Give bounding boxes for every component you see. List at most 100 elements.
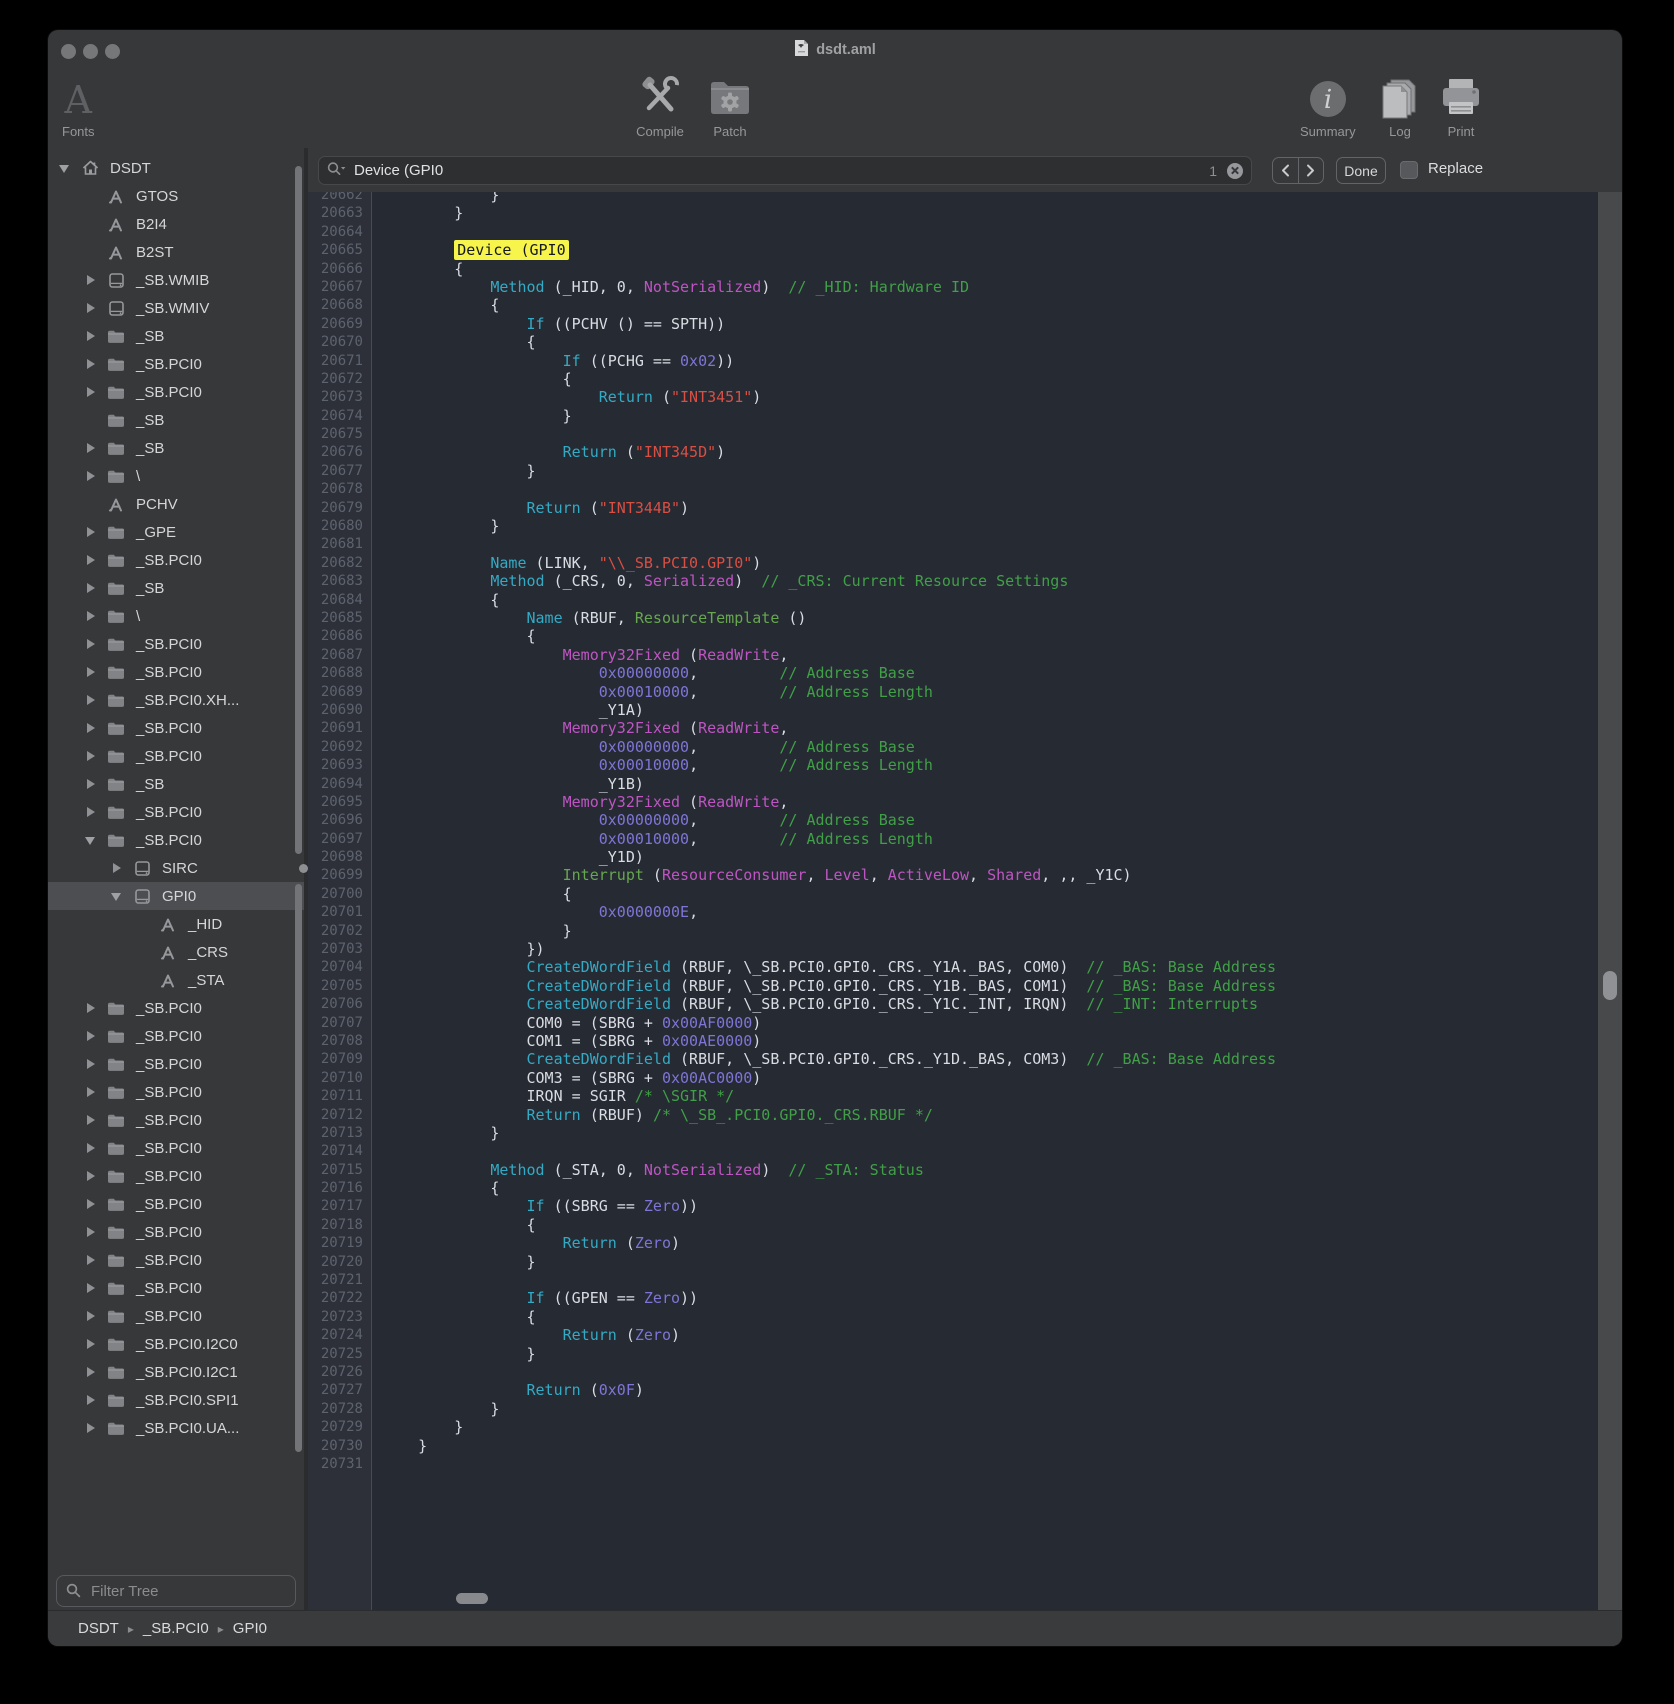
tree-item-dsdt[interactable]: DSDT xyxy=(48,154,304,182)
tree-item-sbpci0[interactable]: _SB.PCI0 xyxy=(48,350,304,378)
tree-item-[interactable]: \ xyxy=(48,602,304,630)
disclosure-triangle-icon[interactable] xyxy=(84,833,98,847)
tree-item-sbwmiv[interactable]: _SB.WMIV xyxy=(48,294,304,322)
code-editor[interactable]: 2066220663206642066520666206672066820669… xyxy=(308,192,1598,1610)
disclosure-triangle-icon[interactable] xyxy=(84,1337,98,1351)
disclosure-triangle-icon[interactable] xyxy=(84,1141,98,1155)
tree-item-gtos[interactable]: GTOS xyxy=(48,182,304,210)
sidebar-scrollbar-thumb[interactable] xyxy=(295,166,302,854)
disclosure-triangle-icon[interactable] xyxy=(84,329,98,343)
find-next-button[interactable] xyxy=(1299,158,1324,183)
disclosure-triangle-icon[interactable] xyxy=(84,581,98,595)
disclosure-triangle-icon[interactable] xyxy=(58,161,72,175)
sidebar-scrollbar-thumb[interactable] xyxy=(295,884,302,1452)
disclosure-triangle-icon[interactable] xyxy=(84,721,98,735)
tree-item-sbpci0[interactable]: _SB.PCI0 xyxy=(48,1190,304,1218)
disclosure-triangle-icon[interactable] xyxy=(84,1057,98,1071)
tree-item-sbpci0[interactable]: _SB.PCI0 xyxy=(48,742,304,770)
tree-item-sbpci0[interactable]: _SB.PCI0 xyxy=(48,1274,304,1302)
tree-item-sbpci0[interactable]: _SB.PCI0 xyxy=(48,1050,304,1078)
disclosure-triangle-icon[interactable] xyxy=(84,1169,98,1183)
tree-item-sbpci0[interactable]: _SB.PCI0 xyxy=(48,714,304,742)
print-button[interactable]: Print xyxy=(1438,72,1484,139)
tree-item-gpe[interactable]: _GPE xyxy=(48,518,304,546)
disclosure-triangle-icon[interactable] xyxy=(84,777,98,791)
tree-item-sbpci0i2c0[interactable]: _SB.PCI0.I2C0 xyxy=(48,1330,304,1358)
filter-tree-input[interactable] xyxy=(56,1575,296,1607)
disclosure-triangle-icon[interactable] xyxy=(84,469,98,483)
tree-item-sbpci0[interactable]: _SB.PCI0 xyxy=(48,1246,304,1274)
disclosure-triangle-icon[interactable] xyxy=(84,749,98,763)
divider-handle-icon[interactable] xyxy=(299,864,308,873)
done-button[interactable]: Done xyxy=(1336,157,1386,184)
disclosure-triangle-icon[interactable] xyxy=(84,1253,98,1267)
disclosure-triangle-icon[interactable] xyxy=(84,525,98,539)
disclosure-triangle-icon[interactable] xyxy=(84,609,98,623)
disclosure-triangle-icon[interactable] xyxy=(84,441,98,455)
disclosure-triangle-icon[interactable] xyxy=(84,1225,98,1239)
disclosure-triangle-icon[interactable] xyxy=(84,1393,98,1407)
disclosure-triangle-icon[interactable] xyxy=(84,273,98,287)
disclosure-triangle-icon[interactable] xyxy=(84,1001,98,1015)
tree-item-sbpci0[interactable]: _SB.PCI0 xyxy=(48,1302,304,1330)
find-query[interactable]: Device (GPI0 xyxy=(354,162,1209,179)
tree-item-sb[interactable]: _SB xyxy=(48,770,304,798)
tree-item-sbpci0[interactable]: _SB.PCI0 xyxy=(48,1022,304,1050)
fonts-button[interactable]: A Fonts xyxy=(62,72,95,139)
tree-item-sbpci0[interactable]: _SB.PCI0 xyxy=(48,1218,304,1246)
tree-item-crs[interactable]: _CRS xyxy=(48,938,304,966)
disclosure-triangle-icon[interactable] xyxy=(84,1309,98,1323)
tree-item-sbwmib[interactable]: _SB.WMIB xyxy=(48,266,304,294)
find-field[interactable]: Device (GPI0 1 xyxy=(318,156,1252,185)
tree-item-sbpci0[interactable]: _SB.PCI0 xyxy=(48,1134,304,1162)
disclosure-triangle-icon[interactable] xyxy=(84,665,98,679)
tree-item-sbpci0spi1[interactable]: _SB.PCI0.SPI1 xyxy=(48,1386,304,1414)
tree-item-sbpci0ua[interactable]: _SB.PCI0.UA... xyxy=(48,1414,304,1442)
vertical-scrollbar-thumb[interactable] xyxy=(1603,971,1617,1000)
compile-button[interactable]: Compile xyxy=(636,72,684,139)
disclosure-triangle-icon[interactable] xyxy=(84,637,98,651)
tree-item-gpi0[interactable]: GPI0 xyxy=(48,882,304,910)
tree-item-sbpci0[interactable]: _SB.PCI0 xyxy=(48,826,304,854)
tree-item-sbpci0[interactable]: _SB.PCI0 xyxy=(48,630,304,658)
disclosure-triangle-icon[interactable] xyxy=(84,1085,98,1099)
tree-item-sbpci0[interactable]: _SB.PCI0 xyxy=(48,994,304,1022)
tree-item-sb[interactable]: _SB xyxy=(48,574,304,602)
disclosure-triangle-icon[interactable] xyxy=(84,385,98,399)
tree-item-sb[interactable]: _SB xyxy=(48,406,304,434)
tree-item-pchv[interactable]: PCHV xyxy=(48,490,304,518)
tree-item-sbpci0[interactable]: _SB.PCI0 xyxy=(48,546,304,574)
disclosure-triangle-icon[interactable] xyxy=(84,1421,98,1435)
code-text[interactable]: } } Device (GPI0 { Method (_HID, 0, NotS… xyxy=(373,192,1598,1610)
tree-item-sbpci0[interactable]: _SB.PCI0 xyxy=(48,1162,304,1190)
disclosure-triangle-icon[interactable] xyxy=(84,357,98,371)
disclosure-triangle-icon[interactable] xyxy=(110,861,124,875)
tree-item-sbpci0[interactable]: _SB.PCI0 xyxy=(48,798,304,826)
tree-item-sbpci0[interactable]: _SB.PCI0 xyxy=(48,1078,304,1106)
tree-item-sirc[interactable]: SIRC xyxy=(48,854,304,882)
tree-item-sb[interactable]: _SB xyxy=(48,434,304,462)
disclosure-triangle-icon[interactable] xyxy=(84,553,98,567)
log-button[interactable]: Log xyxy=(1379,72,1421,139)
tree-item-b2i4[interactable]: B2I4 xyxy=(48,210,304,238)
disclosure-triangle-icon[interactable] xyxy=(110,889,124,903)
patch-button[interactable]: Patch xyxy=(707,72,753,139)
disclosure-triangle-icon[interactable] xyxy=(84,1029,98,1043)
disclosure-triangle-icon[interactable] xyxy=(84,1281,98,1295)
disclosure-triangle-icon[interactable] xyxy=(84,693,98,707)
replace-checkbox[interactable] xyxy=(1400,161,1418,179)
summary-button[interactable]: i Summary xyxy=(1300,72,1356,139)
tree-item-sbpci0xh[interactable]: _SB.PCI0.XH... xyxy=(48,686,304,714)
clear-search-icon[interactable] xyxy=(1227,163,1243,179)
tree-item-sta[interactable]: _STA xyxy=(48,966,304,994)
vertical-scrollbar-track[interactable] xyxy=(1598,192,1622,1610)
tree-item-sbpci0[interactable]: _SB.PCI0 xyxy=(48,658,304,686)
tree-item-sb[interactable]: _SB xyxy=(48,322,304,350)
disclosure-triangle-icon[interactable] xyxy=(84,1365,98,1379)
tree-item-hid[interactable]: _HID xyxy=(48,910,304,938)
tree-item-[interactable]: \ xyxy=(48,462,304,490)
disclosure-triangle-icon[interactable] xyxy=(84,1113,98,1127)
tree-item-sbpci0[interactable]: _SB.PCI0 xyxy=(48,378,304,406)
disclosure-triangle-icon[interactable] xyxy=(84,1197,98,1211)
horizontal-scrollbar-thumb[interactable] xyxy=(456,1593,488,1604)
